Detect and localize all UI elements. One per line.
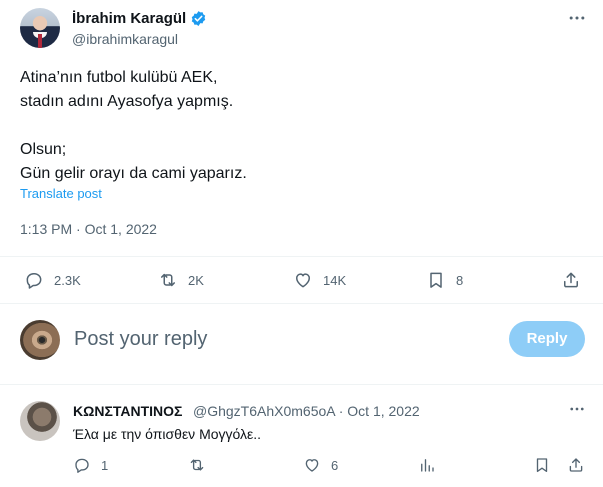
- tweet-text-line: Gün gelir orayı da cami yaparız.: [20, 165, 247, 182]
- divider: [0, 384, 603, 385]
- more-options-icon[interactable]: [566, 8, 588, 30]
- tweet-text-line: Atina’nın futbol kulübü AEK,: [20, 69, 218, 86]
- heart-icon: [296, 273, 310, 288]
- author-handle[interactable]: @ibrahimkaragul: [72, 30, 178, 48]
- bookmark-action-button[interactable]: 8: [426, 268, 463, 292]
- current-user-avatar[interactable]: [20, 320, 60, 360]
- analytics-icon: [421, 459, 434, 472]
- tweet-text-line: [20, 114, 580, 138]
- share-icon: [569, 458, 583, 472]
- repost-icon: [190, 459, 204, 471]
- reply-icon: [26, 273, 42, 289]
- like-action-button[interactable]: 14K: [293, 268, 346, 292]
- share-action-button[interactable]: [561, 268, 581, 292]
- reply-reply-action-button[interactable]: 1: [73, 455, 108, 475]
- verified-badge-icon: [191, 11, 206, 26]
- reply-count: 2.3K: [54, 272, 81, 288]
- reply-icon: [75, 458, 89, 473]
- reply-author-name[interactable]: ΚΩΝΣΤΑΝΤΙΝΟΣ: [73, 402, 182, 420]
- translate-post-link[interactable]: Translate post: [20, 186, 102, 202]
- reply-action-button[interactable]: 2.3K: [24, 268, 81, 292]
- reply-like-action-button[interactable]: 6: [303, 455, 338, 475]
- bookmark-icon: [536, 458, 548, 473]
- reply-like-count: 6: [331, 457, 339, 473]
- reply-repost-action-button[interactable]: [188, 455, 206, 475]
- author-name[interactable]: İbrahim Karagül: [72, 9, 186, 28]
- repost-icon: [161, 273, 175, 287]
- bookmark-icon: [430, 272, 442, 288]
- tweet-text-line: stadın adını Ayasofya yapmış.: [20, 93, 234, 110]
- author-avatar[interactable]: [20, 8, 60, 48]
- reply-views-action-button[interactable]: [418, 455, 436, 475]
- reply-button[interactable]: Reply: [509, 321, 585, 357]
- tweet-timestamp[interactable]: 1:13 PM · Oct 1, 2022: [20, 220, 157, 238]
- reply-author-avatar[interactable]: [20, 401, 60, 441]
- reply-author-handle[interactable]: @GhgzT6AhX0m65oA · Oct 1, 2022: [193, 402, 420, 420]
- divider: [0, 256, 603, 257]
- like-count: 14K: [323, 272, 347, 288]
- reply-share-action-button[interactable]: [567, 455, 585, 475]
- heart-icon: [305, 459, 319, 472]
- tweet-text: Atina’nın futbol kulübü AEK, stadın adın…: [20, 66, 580, 186]
- reply-input[interactable]: Post your reply: [74, 327, 207, 351]
- reply-more-options-icon[interactable]: [566, 400, 588, 422]
- repost-action-button[interactable]: 2K: [158, 268, 204, 292]
- share-icon: [564, 272, 578, 288]
- reply-reply-count: 1: [101, 457, 109, 473]
- repost-count: 2K: [188, 272, 204, 288]
- tweet-text-line: Olsun;: [20, 141, 67, 158]
- reply-text: Έλα με την όπισθεν Μογγόλε..: [73, 426, 262, 442]
- divider: [0, 303, 603, 304]
- reply-bookmark-action-button[interactable]: [533, 455, 551, 475]
- bookmark-count: 8: [456, 272, 464, 288]
